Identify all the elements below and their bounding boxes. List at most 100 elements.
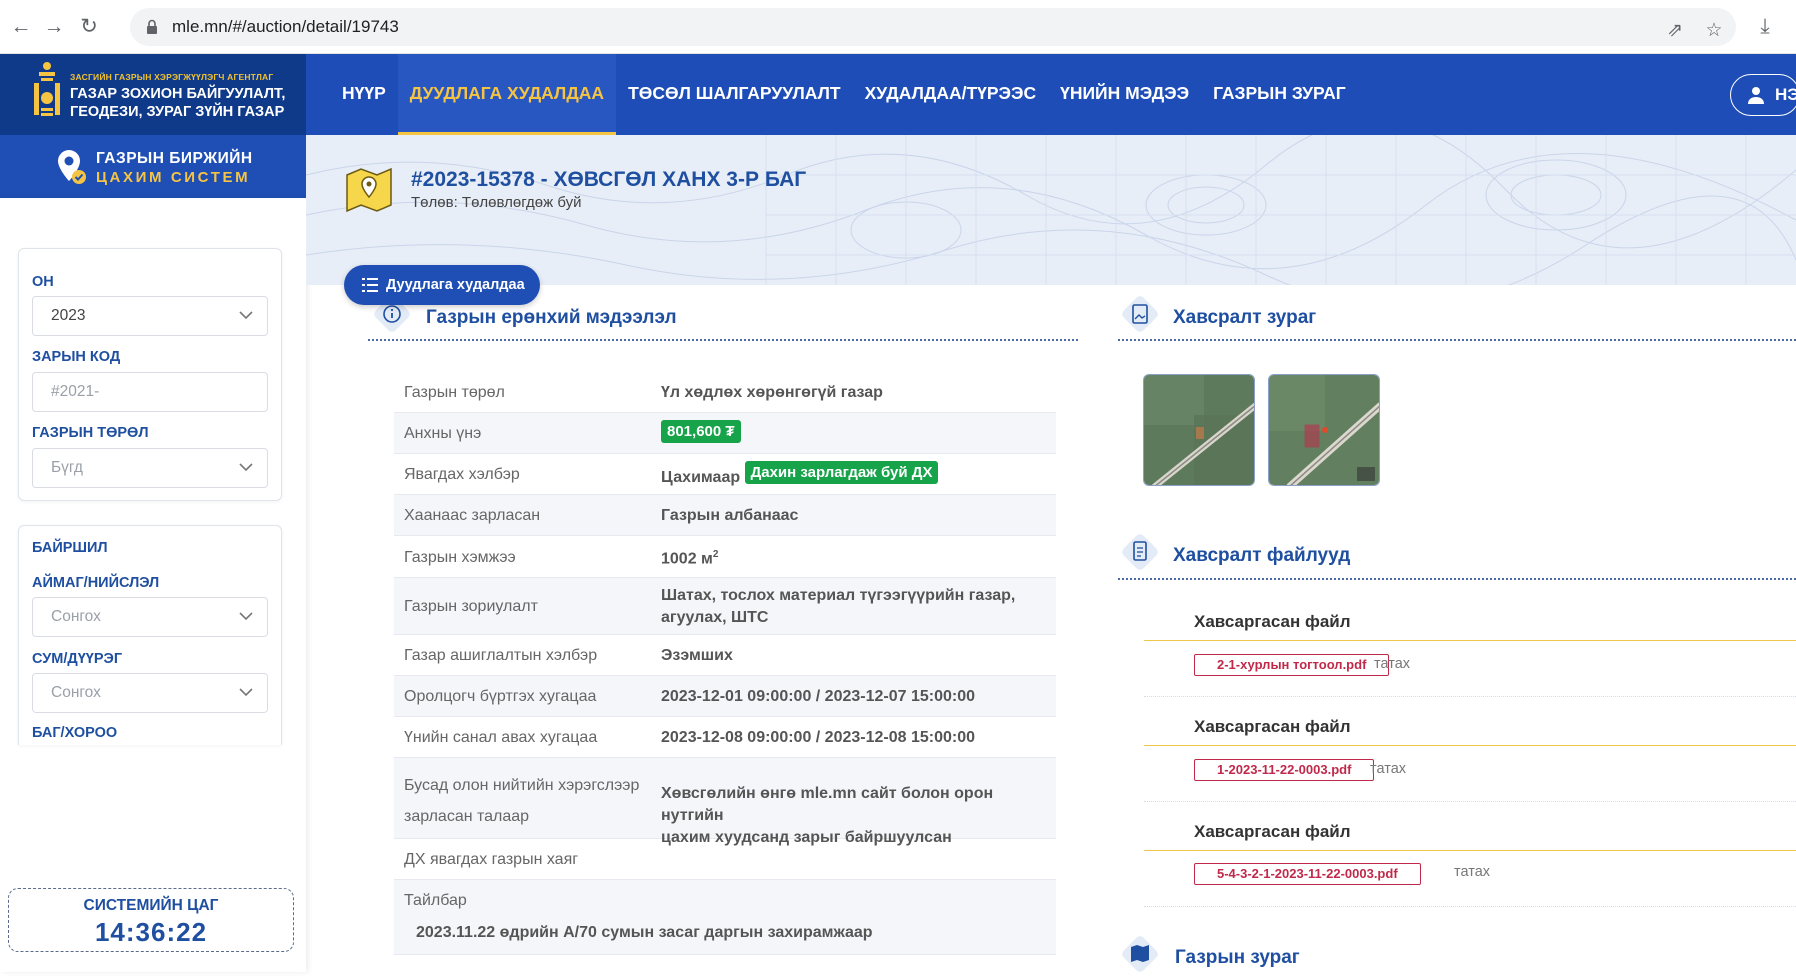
table-row: Газрын зориулалт Шатах, тослох материал … xyxy=(394,578,1056,635)
nav-sale-rent[interactable]: ХУДАЛДАА/ТҮРЭЭС xyxy=(853,54,1049,135)
download-link[interactable]: татах xyxy=(1454,864,1490,880)
price-badge: 801,600 ₮ xyxy=(661,420,741,443)
file-underline xyxy=(1144,850,1796,851)
chevron-down-icon xyxy=(239,688,253,697)
download-icon[interactable]: ⤓ xyxy=(1752,14,1778,40)
system-clock: СИСТЕМИЙН ЦАГ 14:36:22 xyxy=(8,888,294,952)
agency-title-line2: ГЕОДЕЗИ, ЗУРАГ ЗҮЙН ГАЗАР xyxy=(70,104,285,120)
sum-value: Сонгох xyxy=(51,684,101,701)
auction-format: Цахимаар xyxy=(661,469,741,486)
section-divider xyxy=(1118,578,1796,580)
row-value: 1002 м2 xyxy=(661,549,718,568)
satellite-image-thumbnail[interactable] xyxy=(1143,374,1255,486)
clock-time: 14:36:22 xyxy=(94,917,208,947)
file-separator xyxy=(1144,906,1796,907)
reload-icon[interactable]: ↻ xyxy=(76,14,102,40)
row-key-line1: Бусад олон нийтийн хэрэгслээр xyxy=(404,777,640,794)
table-row: Газрын төрөл Үл хөдлөх хөрөнгөгүй газар xyxy=(394,372,1056,413)
agency-title: ГАЗАР ЗОХИОН БАЙГУУЛАЛТ, ГЕОДЕЗИ, ЗУРАГ … xyxy=(70,85,285,121)
general-info-title: Газрын ерөнхий мэдээлэл xyxy=(426,307,677,328)
satellite-image-thumbnail[interactable] xyxy=(1268,374,1380,486)
table-row: Хаанаас зарласан Газрын албанаас xyxy=(394,495,1056,536)
row-key: Үнийн санал авах хугацаа xyxy=(404,729,598,746)
system-subtitle: ЦАХИМ СИСТЕМ xyxy=(96,169,251,186)
file-link[interactable]: 2-1-хурлын тогтоол.pdf xyxy=(1194,654,1390,676)
row-key: Явагдах хэлбэр xyxy=(404,466,520,483)
table-row: Бусад олон нийтийн хэрэгслээр зарласан т… xyxy=(394,758,1056,846)
table-row: Тайлбар 2023.11.22 өдрийн А/70 сумын зас… xyxy=(394,880,1056,955)
row-key: Газрын төрөл xyxy=(404,384,505,401)
land-type-value: Бүгд xyxy=(51,459,83,476)
file-heading: Хавсаргасан файл xyxy=(1194,612,1351,631)
aimag-value: Сонгох xyxy=(51,608,101,625)
share-icon[interactable]: ⇗ xyxy=(1664,20,1686,42)
row-value: Эзэмших xyxy=(661,647,733,664)
auction-category-pill[interactable]: Дуудлага худалдаа xyxy=(344,265,540,305)
row-key: ДХ явагдах газрын хаяг xyxy=(404,851,579,868)
bag-label: БАГ/ХОРОО xyxy=(32,725,118,741)
download-link[interactable]: татах xyxy=(1374,656,1410,672)
row-key: Газрын хэмжээ xyxy=(404,549,516,566)
aimag-select[interactable]: Сонгох xyxy=(32,597,268,637)
back-arrow-icon[interactable]: ← xyxy=(8,14,34,40)
login-button[interactable]: НЭ xyxy=(1730,74,1796,116)
file-heading: Хавсаргасан файл xyxy=(1194,822,1351,841)
code-label: ЗАРЫН КОД xyxy=(32,349,121,365)
forward-arrow-icon[interactable]: → xyxy=(41,14,67,40)
location-label: БАЙРШИЛ xyxy=(32,540,108,556)
nav-home[interactable]: НҮҮР xyxy=(330,54,398,135)
area-value: 1002 м xyxy=(661,550,713,568)
row-value: Шатах, тослох материал түгээгүүрийн газа… xyxy=(661,585,1015,629)
chevron-down-icon xyxy=(239,311,253,320)
sum-select[interactable]: Сонгох xyxy=(32,673,268,713)
re-auction-badge: Дахин зарлагдаж буй ДХ xyxy=(744,461,939,484)
user-icon xyxy=(1748,87,1764,104)
file-item: Хавсаргасан файл 1-2023-11-22-0003.pdf т… xyxy=(1144,705,1796,805)
nav-land-map[interactable]: ГАЗРЫН ЗУРАГ xyxy=(1201,54,1358,135)
chevron-down-icon xyxy=(239,612,253,621)
lock-icon xyxy=(147,19,157,34)
row-value: Үл хөдлөх хөрөнгөгүй газар xyxy=(661,384,883,401)
satellite-image-2 xyxy=(1269,375,1379,485)
aimag-label: АЙМАГ/НИЙСЛЭЛ xyxy=(32,575,160,591)
file-link[interactable]: 1-2023-11-22-0003.pdf xyxy=(1194,759,1375,781)
address-bar[interactable]: mle.mn/#/auction/detail/19743 ⇗ ☆ xyxy=(130,8,1736,46)
nav-price-info[interactable]: ҮНИЙН МЭДЭЭ xyxy=(1048,54,1201,135)
row-key: Хаанаас зарласан xyxy=(404,507,541,524)
nav-auction[interactable]: ДУУДЛАГА ХУДАЛДАА xyxy=(397,54,617,135)
row-value: Цахимаар Дахин зарлагдаж буй ДХ xyxy=(661,461,939,486)
table-row: Газрын хэмжээ 1002 м2 xyxy=(394,536,1056,578)
map-pin-icon xyxy=(346,167,392,213)
file-underline xyxy=(1144,640,1796,641)
location-pin-icon xyxy=(58,150,86,184)
land-type-select[interactable]: Бүгд xyxy=(32,448,268,488)
auction-status: Төлөв: Төлөвлөгдөж буй xyxy=(411,194,582,211)
row-key: Газар ашиглалтын хэлбэр xyxy=(404,647,598,664)
media-line1: Хөвсгөлийн өнгө mle.mn сайт болон орон н… xyxy=(661,785,994,824)
attachment-files-title: Хавсралт файлууд xyxy=(1173,545,1351,566)
code-placeholder: #2021- xyxy=(51,383,100,400)
row-key: Тайлбар xyxy=(404,892,467,909)
area-unit-sup: 2 xyxy=(712,549,719,560)
agency-title-line1: ГАЗАР ЗОХИОН БАЙГУУЛАЛТ, xyxy=(70,86,286,102)
bookmark-star-icon[interactable]: ☆ xyxy=(1703,20,1725,42)
code-input[interactable]: #2021- xyxy=(32,372,268,412)
land-map-title: Газрын зураг xyxy=(1175,947,1300,968)
satellite-image-1 xyxy=(1144,375,1254,485)
year-select[interactable]: 2023 xyxy=(32,296,268,336)
file-separator xyxy=(1144,696,1796,697)
price-value: 801,600 ₮ xyxy=(661,420,741,443)
row-key-line2: зарласан талаар xyxy=(404,808,530,825)
table-row: Оролцогч бүртгэх хугацаа 2023-12-01 09:0… xyxy=(394,676,1056,717)
file-link[interactable]: 5-4-3-2-1-2023-11-22-0003.pdf xyxy=(1194,863,1421,885)
attachment-images-title: Хавсралт зураг xyxy=(1173,307,1317,328)
purpose-line1: Шатах, тослох материал түгээгүүрийн газа… xyxy=(661,587,1016,604)
land-type-label: ГАЗРЫН ТӨРӨЛ xyxy=(32,425,149,441)
download-link[interactable]: татах xyxy=(1370,761,1406,777)
year-label: ОН xyxy=(32,274,54,290)
row-value: 2023-12-01 09:00:00 / 2023-12-07 15:00:0… xyxy=(661,688,976,705)
nav-project-selection[interactable]: ТӨСӨЛ ШАЛГАРУУЛАЛТ xyxy=(616,54,853,135)
soyombo-emblem-icon xyxy=(34,62,60,116)
image-icon xyxy=(1122,296,1158,332)
row-value: Газрын албанаас xyxy=(661,507,799,524)
